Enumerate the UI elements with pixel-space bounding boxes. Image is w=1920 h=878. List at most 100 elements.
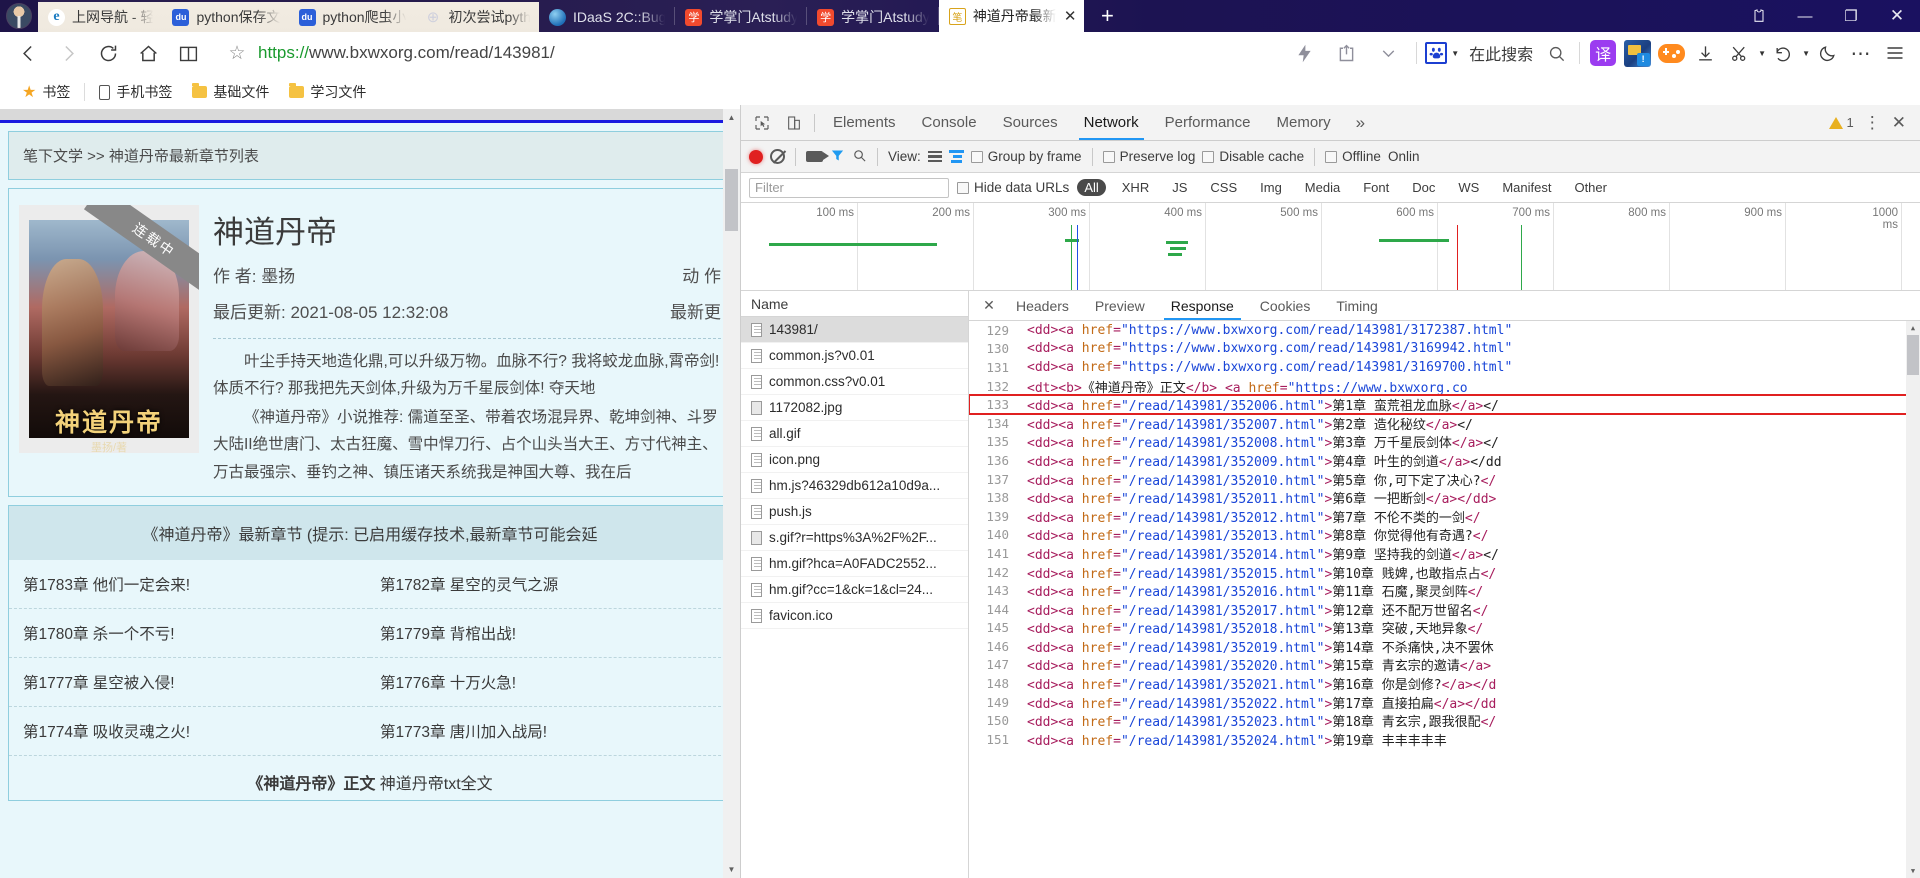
chapter-link[interactable]: 第1773章 唐川加入战局! (370, 707, 731, 756)
filter-chip-ws[interactable]: WS (1451, 179, 1486, 196)
hide-data-urls-checkbox[interactable]: Hide data URLs (957, 180, 1069, 195)
browser-tab[interactable]: 学学掌门Atstudy (807, 2, 938, 32)
checkbox[interactable] (970, 150, 983, 163)
search-engine-icon[interactable] (1425, 42, 1448, 64)
detail-tab-preview[interactable]: Preview (1082, 291, 1158, 320)
code-text[interactable]: <dd><a href="/read/143981/352019.html">第… (1017, 637, 1494, 656)
browser-tab[interactable]: IDaaS 2C::Bug (539, 2, 674, 32)
detail-tab-cookies[interactable]: Cookies (1247, 291, 1324, 320)
book-cover[interactable]: 神道丹帝 墨扬/著 连载中 (19, 205, 199, 453)
filter-chip-css[interactable]: CSS (1203, 179, 1244, 196)
code-text[interactable]: <dd><a href="/read/143981/352012.html">第… (1017, 507, 1481, 526)
response-code-view[interactable]: 129 <dd><a href="https://www.bxwxorg.com/… (969, 321, 1920, 878)
preserve-log-checkbox[interactable]: Preserve log (1102, 149, 1195, 164)
bookmark-item[interactable]: 学习文件 (279, 79, 376, 105)
chapter-link[interactable]: 第1777章 星空被入侵! (9, 658, 370, 707)
code-text[interactable]: <dt><b>《神道丹帝》正文</b> <a href="https://www… (1017, 377, 1468, 396)
breadcrumb[interactable]: 笔下文学 >> 神道丹帝最新章节列表 (9, 132, 731, 179)
camera-icon[interactable] (806, 151, 829, 162)
code-text[interactable]: <dd><a href="/read/143981/352016.html">第… (1017, 581, 1483, 600)
new-tab-button[interactable]: + (1084, 0, 1130, 32)
filter-icon[interactable] (830, 148, 845, 166)
devtools-menu-icon[interactable]: ⋮ (1864, 113, 1882, 133)
code-text[interactable]: <dd><a href="/read/143981/352017.html">第… (1017, 600, 1488, 619)
close-detail-icon[interactable]: ✕ (975, 297, 1003, 314)
online-throttle-label[interactable]: Onlin (1388, 149, 1420, 164)
chapter-link[interactable]: 第1783章 他们一定会来! (9, 560, 370, 609)
scroll-up-icon[interactable]: ▲ (1906, 321, 1920, 335)
chapter-link[interactable]: 第1774章 吸收灵魂之火! (9, 707, 370, 756)
minimize-button[interactable]: — (1782, 0, 1828, 32)
page-scrollbar-thumb[interactable] (725, 169, 738, 231)
devtools-tab-console[interactable]: Console (909, 105, 990, 140)
offline-checkbox[interactable]: Offline (1325, 149, 1381, 164)
scroll-up-icon[interactable]: ▲ (723, 109, 740, 126)
browser-tab[interactable]: ⊕ 初次尝试pyth (414, 2, 540, 32)
bookmark-star-icon[interactable]: ☆ (220, 42, 254, 65)
download-icon[interactable] (1688, 36, 1722, 70)
code-text[interactable]: <dd><a href="https://www.bxwxorg.com/rea… (1017, 323, 1512, 338)
devtools-tab-network[interactable]: Network (1071, 105, 1152, 140)
request-row[interactable]: hm.gif?cc=1&ck=1&cl=24... (741, 577, 968, 603)
request-row[interactable]: push.js (741, 499, 968, 525)
search-icon[interactable] (1539, 36, 1573, 70)
reload-icon[interactable] (88, 33, 128, 73)
code-text[interactable]: <dd><a href="/read/143981/352015.html">第… (1017, 563, 1496, 582)
more-tabs-icon[interactable]: » (1346, 113, 1375, 133)
detail-tab-response[interactable]: Response (1158, 291, 1247, 320)
cut-dropdown-icon[interactable]: ▼ (1758, 49, 1766, 58)
filter-input[interactable]: Filter (749, 177, 949, 198)
detail-tab-timing[interactable]: Timing (1323, 291, 1391, 320)
checkbox[interactable] (1325, 150, 1338, 163)
code-scrollbar-thumb[interactable] (1907, 335, 1919, 375)
browser-tab[interactable]: du python爬虫小 (288, 2, 415, 32)
forward-icon[interactable] (48, 33, 88, 73)
image-extension-icon[interactable]: ! (1620, 36, 1654, 70)
code-text[interactable]: <dd><a href="/read/143981/352009.html">第… (1017, 451, 1502, 470)
request-row[interactable]: 1172082.jpg (741, 395, 968, 421)
browser-tab[interactable]: 笔神道丹帝最新 ✕ (938, 0, 1085, 32)
search-placeholder-label[interactable]: 在此搜索 (1469, 41, 1533, 65)
detail-tab-headers[interactable]: Headers (1003, 291, 1082, 320)
profile-avatar-button[interactable] (0, 0, 38, 32)
more-options-icon[interactable]: ⋯ (1844, 36, 1878, 70)
filter-chip-manifest[interactable]: Manifest (1495, 179, 1558, 196)
code-text[interactable]: <dd><a href="/read/143981/352013.html">第… (1017, 525, 1488, 544)
engine-dropdown-icon[interactable]: ▼ (1451, 49, 1459, 58)
filter-chip-doc[interactable]: Doc (1405, 179, 1442, 196)
devtools-tab-elements[interactable]: Elements (820, 105, 909, 140)
list-view-icon[interactable] (927, 150, 942, 163)
record-icon[interactable] (749, 149, 763, 164)
translate-extension-icon[interactable]: 译 (1586, 36, 1620, 70)
close-window-button[interactable]: ✕ (1874, 0, 1920, 32)
undo-icon[interactable] (1766, 36, 1800, 70)
code-text[interactable]: <dd><a href="/read/143981/352022.html">第… (1017, 693, 1496, 712)
undo-dropdown-icon[interactable]: ▼ (1802, 49, 1810, 58)
browser-tab[interactable]: e 上网导航 - 轻 (38, 2, 163, 32)
chapter-link[interactable]: 第1779章 背棺出战! (370, 609, 731, 658)
device-toolbar-icon[interactable] (779, 109, 809, 137)
checkbox[interactable] (1102, 150, 1115, 163)
checkbox[interactable] (1202, 150, 1215, 163)
request-row[interactable]: s.gif?r=https%3A%2F%2F... (741, 525, 968, 551)
chevron-down-icon[interactable] (1368, 33, 1408, 73)
back-icon[interactable] (8, 33, 48, 73)
code-text[interactable]: <dd><a href="/read/143981/352006.html">第… (1017, 395, 1499, 414)
code-text[interactable]: <dd><a href="/read/143981/352014.html">第… (1017, 544, 1499, 563)
request-row[interactable]: hm.js?46329db612a10d9a... (741, 473, 968, 499)
warning-count-badge[interactable]: 1 (1828, 115, 1854, 130)
maximize-button[interactable]: ❐ (1828, 0, 1874, 32)
filter-chip-font[interactable]: Font (1356, 179, 1396, 196)
devtools-tab-sources[interactable]: Sources (990, 105, 1071, 140)
code-text[interactable]: <dd><a href="/read/143981/352007.html">第… (1017, 414, 1473, 433)
scroll-down-icon[interactable]: ▼ (1906, 864, 1920, 878)
filter-chip-js[interactable]: JS (1165, 179, 1194, 196)
devtools-tab-performance[interactable]: Performance (1152, 105, 1264, 140)
code-scrollbar[interactable]: ▲ ▼ (1906, 321, 1920, 878)
bookmark-item[interactable]: ★ 书签 (12, 79, 80, 105)
request-row[interactable]: favicon.ico (741, 603, 968, 629)
bookmark-item[interactable]: 手机书签 (89, 79, 182, 105)
home-icon[interactable] (128, 33, 168, 73)
skin-icon[interactable] (1736, 0, 1782, 32)
network-overview-timeline[interactable]: 100 ms 200 ms 300 ms 400 ms 500 ms 600 ms 700 … (741, 203, 1920, 291)
